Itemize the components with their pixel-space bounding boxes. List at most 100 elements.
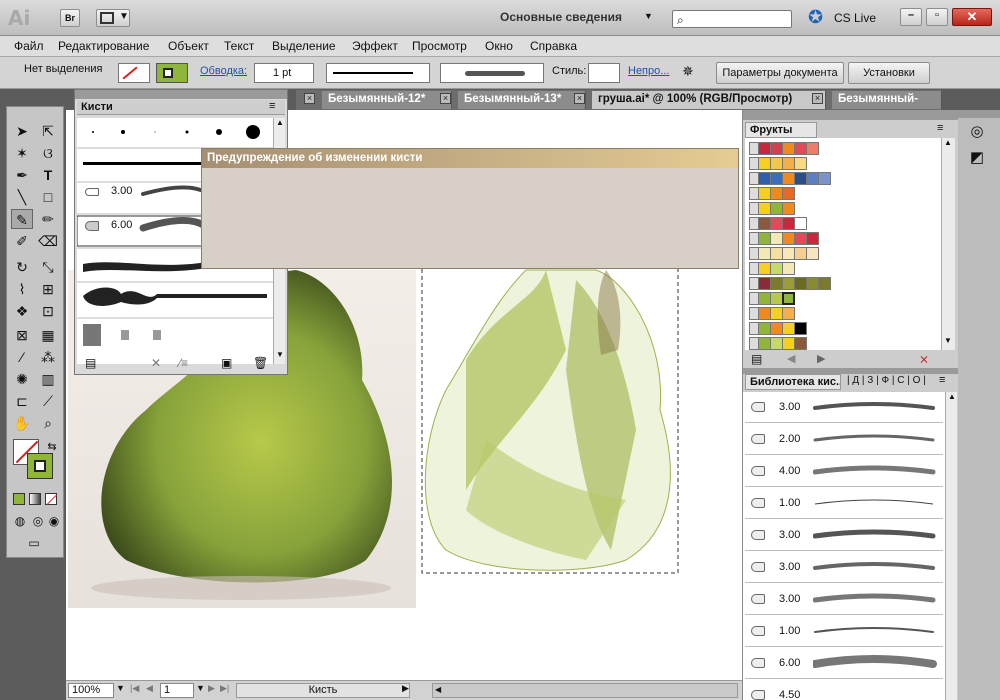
library-brush-item[interactable]: 3.00 bbox=[745, 392, 943, 423]
brush-library-menu-icon[interactable]: ▤ bbox=[85, 356, 96, 370]
tab-untitled-13[interactable]: Безымянный-13* bbox=[458, 91, 586, 109]
type-tool-icon[interactable]: T bbox=[37, 165, 59, 185]
search-input[interactable]: ⌕ bbox=[672, 10, 792, 28]
slice-tool-icon[interactable]: ⟋ bbox=[37, 391, 59, 411]
menu-window[interactable]: Окно bbox=[485, 39, 513, 53]
status-menu-icon[interactable]: ▶ bbox=[402, 683, 409, 694]
library-brush-item[interactable]: 3.00 bbox=[745, 552, 943, 583]
appearance-panel-icon[interactable]: ◎ bbox=[966, 122, 988, 144]
swatch[interactable] bbox=[806, 142, 819, 155]
swatch-library-menu-icon[interactable]: ▤ bbox=[751, 352, 762, 366]
swap-colors-icon[interactable]: ⇆ bbox=[41, 437, 63, 457]
recolor-icon[interactable]: ✵ bbox=[682, 63, 694, 80]
bridge-button[interactable]: Br bbox=[60, 9, 80, 27]
gradient-tool-icon[interactable]: ▦ bbox=[37, 325, 59, 345]
graphic-style-picker[interactable] bbox=[588, 63, 620, 83]
swatch[interactable] bbox=[782, 187, 795, 200]
previous-artboard-icon[interactable]: ◀ bbox=[146, 683, 153, 694]
swatch-selected[interactable] bbox=[782, 292, 795, 305]
blend-tool-icon[interactable]: ⁂ bbox=[37, 347, 59, 367]
remove-brush-stroke-icon[interactable]: ✕ bbox=[151, 356, 161, 370]
swatch[interactable] bbox=[794, 157, 807, 170]
color-mode-button[interactable] bbox=[13, 493, 25, 505]
menu-object[interactable]: Объект bbox=[168, 39, 209, 53]
column-graph-tool-icon[interactable]: ▥ bbox=[37, 369, 59, 389]
blob-brush-tool-icon[interactable]: ✐ bbox=[11, 231, 33, 251]
library-brush-item[interactable]: 3.00 bbox=[745, 584, 943, 615]
library-brush-item[interactable]: 1.00 bbox=[745, 488, 943, 519]
brush-definition-picker[interactable] bbox=[440, 63, 544, 83]
color-panel-icon[interactable]: ◩ bbox=[966, 148, 988, 170]
screen-mode-icon[interactable]: ▭ bbox=[23, 533, 45, 553]
library-tab-strip[interactable]: | Д | З | Ф | С | О | bbox=[847, 375, 926, 386]
fill-color-picker[interactable] bbox=[118, 63, 150, 83]
none-mode-button[interactable] bbox=[45, 493, 58, 505]
library-menu-icon[interactable]: ≡ bbox=[939, 374, 945, 386]
zoom-dropdown-icon[interactable]: ▼ bbox=[116, 683, 125, 693]
symbol-sprayer-tool-icon[interactable]: ✺ bbox=[11, 369, 33, 389]
last-artboard-icon[interactable]: ▶| bbox=[220, 683, 229, 694]
hand-tool-icon[interactable]: ✋ bbox=[11, 413, 33, 433]
eraser-tool-icon[interactable]: ⌫ bbox=[37, 231, 59, 251]
selection-tool-icon[interactable]: ➤ bbox=[11, 121, 33, 141]
stroke-link[interactable]: Обводка: bbox=[200, 65, 247, 77]
library-brush-item[interactable]: 1.00 bbox=[745, 616, 943, 647]
swatch[interactable] bbox=[782, 262, 795, 275]
current-tool-status[interactable]: Кисть bbox=[236, 683, 410, 698]
swatch[interactable] bbox=[794, 322, 807, 335]
library-brush-item[interactable]: 2.00 bbox=[745, 424, 943, 455]
swatch[interactable] bbox=[794, 217, 807, 230]
library-brush-item[interactable]: 4.00 bbox=[745, 456, 943, 487]
stroke-color-picker[interactable] bbox=[156, 63, 188, 83]
rotate-tool-icon[interactable]: ↻ bbox=[11, 257, 33, 277]
close-button[interactable]: ✕ bbox=[952, 8, 992, 26]
maximize-button[interactable]: ▫ bbox=[926, 8, 948, 26]
library-brush-item[interactable]: 6.00 bbox=[745, 648, 943, 679]
swatch[interactable] bbox=[818, 277, 831, 290]
delete-brush-icon[interactable]: 🗑 bbox=[253, 356, 268, 370]
swatch[interactable] bbox=[806, 247, 819, 260]
paintbrush-tool-icon[interactable]: ✎ bbox=[11, 209, 33, 229]
dialog-title[interactable]: Предупреждение об изменении кисти bbox=[202, 149, 738, 168]
zoom-input[interactable]: 100% bbox=[68, 683, 114, 698]
direct-selection-tool-icon[interactable]: ⇱ bbox=[37, 121, 59, 141]
panel-grip[interactable] bbox=[75, 90, 287, 99]
menu-help[interactable]: Справка bbox=[530, 39, 577, 53]
free-transform-tool-icon[interactable]: ⊞ bbox=[37, 279, 59, 299]
eyedropper-tool-icon[interactable]: ⁄ bbox=[11, 347, 33, 367]
brush-library-tab[interactable]: Библиотека кис... bbox=[745, 374, 841, 390]
library-brush-item[interactable]: 4.50 bbox=[745, 680, 943, 700]
menu-type[interactable]: Текст bbox=[224, 39, 254, 53]
scale-tool-icon[interactable]: ⤡ bbox=[37, 257, 59, 277]
swatch[interactable] bbox=[782, 307, 795, 320]
menu-select[interactable]: Выделение bbox=[272, 39, 336, 53]
menu-effect[interactable]: Эффект bbox=[352, 39, 398, 53]
line-tool-icon[interactable]: ╲ bbox=[11, 187, 33, 207]
brush-size-6[interactable]: 6.00 bbox=[111, 219, 132, 231]
stroke-weight-input[interactable]: 1 pt bbox=[254, 63, 314, 83]
artboard-tool-icon[interactable]: ⊏ bbox=[11, 391, 33, 411]
close-tab-icon[interactable]: × bbox=[812, 93, 823, 104]
dock-grip[interactable] bbox=[958, 110, 1000, 118]
panel-menu-icon[interactable]: ≡ bbox=[269, 100, 275, 112]
library-scrollbar[interactable]: ▲ bbox=[945, 392, 957, 700]
minimize-button[interactable]: – bbox=[900, 8, 922, 26]
brush-options-icon[interactable]: ⁄≡ bbox=[179, 356, 188, 370]
horizontal-scrollbar[interactable]: ◀ bbox=[432, 683, 738, 698]
magic-wand-tool-icon[interactable]: ✶ bbox=[11, 143, 33, 163]
close-tab-icon[interactable]: × bbox=[304, 93, 315, 104]
lasso-tool-icon[interactable]: ଓ bbox=[37, 143, 59, 163]
no-color-icon[interactable]: ⨯ bbox=[919, 352, 929, 366]
tab-pear[interactable]: груша.ai* @ 100% (RGB/Просмотр) bbox=[592, 91, 826, 109]
swatch[interactable] bbox=[818, 172, 831, 185]
panel-title[interactable]: Кисти bbox=[81, 101, 113, 113]
swatch[interactable] bbox=[794, 337, 807, 350]
rectangle-tool-icon[interactable]: □ bbox=[37, 187, 59, 207]
tab-untitled-next[interactable]: Безымянный- bbox=[832, 91, 942, 109]
swatches-scrollbar[interactable]: ▲ ▼ bbox=[941, 138, 955, 350]
warp-tool-icon[interactable]: ⌇ bbox=[11, 279, 33, 299]
swatches-menu-icon[interactable]: ≡ bbox=[937, 122, 943, 134]
workspace-switcher[interactable]: Основные сведения bbox=[500, 10, 622, 24]
previous-library-icon[interactable]: ◀ bbox=[787, 352, 795, 365]
menu-edit[interactable]: Редактирование bbox=[58, 39, 149, 53]
